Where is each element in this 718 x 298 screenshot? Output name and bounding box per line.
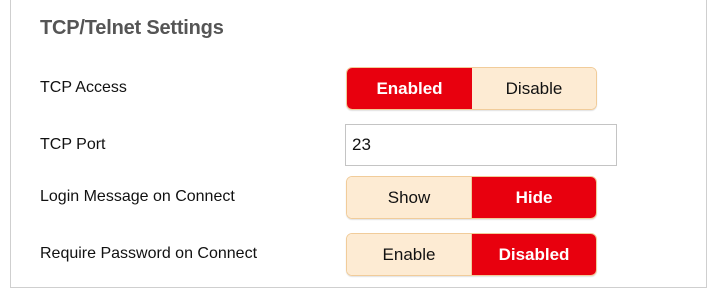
require-password-disabled-button[interactable]: Disabled xyxy=(472,234,596,275)
section-title: TCP/Telnet Settings xyxy=(40,17,224,39)
require-password-toggle: Enable Disabled xyxy=(346,233,597,276)
login-message-show-button[interactable]: Show xyxy=(347,177,472,218)
tcp-access-disable-button[interactable]: Disable xyxy=(472,68,596,109)
tcp-access-enabled-button[interactable]: Enabled xyxy=(347,68,472,109)
require-password-enable-button[interactable]: Enable xyxy=(347,234,472,275)
require-password-label: Require Password on Connect xyxy=(40,245,258,262)
login-message-toggle: Show Hide xyxy=(346,176,597,219)
login-message-label: Login Message on Connect xyxy=(40,188,235,205)
login-message-hide-button[interactable]: Hide xyxy=(472,177,596,218)
tcp-port-label: TCP Port xyxy=(40,136,106,153)
tcp-access-label: TCP Access xyxy=(40,79,127,96)
tcp-telnet-settings-panel: TCP/Telnet Settings TCP Access Enabled D… xyxy=(10,0,707,288)
tcp-port-input[interactable] xyxy=(345,124,617,166)
tcp-access-toggle: Enabled Disable xyxy=(346,67,597,110)
